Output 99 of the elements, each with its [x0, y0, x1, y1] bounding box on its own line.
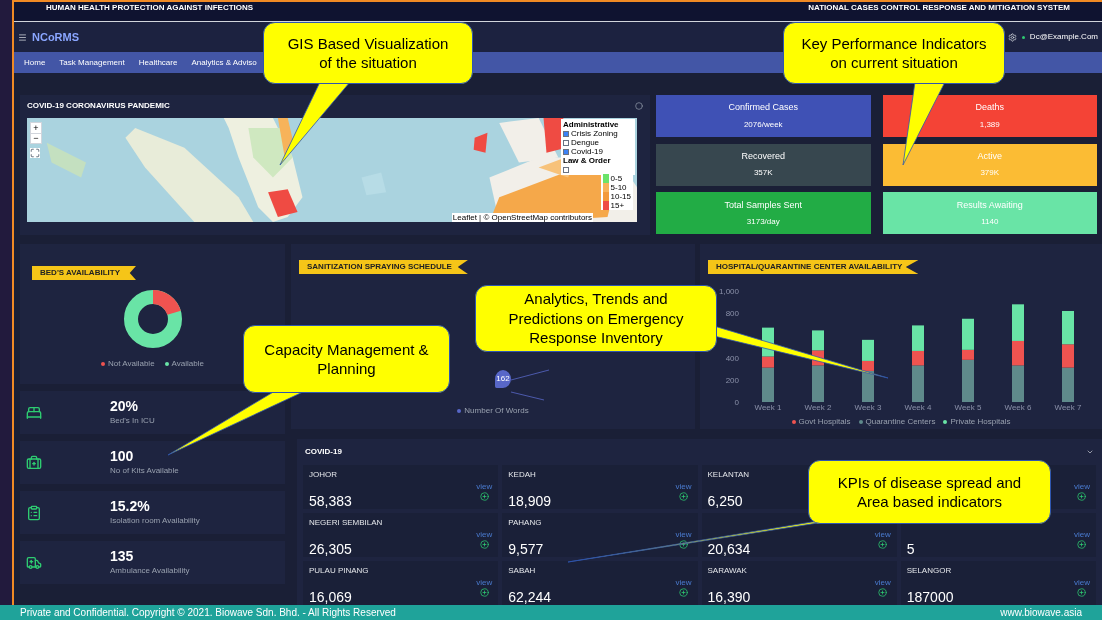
scale-label: 0-5: [610, 174, 623, 183]
menu-item[interactable]: Home: [24, 56, 46, 69]
kpi-value: 357K: [753, 167, 773, 180]
card-title: COVID-19 CORONAVIRUS PANDEMIC: [27, 100, 170, 112]
kpi-label: Confirmed Cases: [728, 101, 798, 115]
region-value: 5: [906, 542, 915, 556]
axis-tick-label: Week 7: [1054, 403, 1082, 412]
region-name: KEDAH: [508, 470, 537, 479]
map-pin: 162: [495, 370, 511, 388]
view-link[interactable]: view: [1074, 481, 1090, 491]
kpi-value: 1,389: [979, 118, 1000, 131]
stat-value: 135: [110, 548, 135, 563]
user-email: Dc@Example.Com: [1029, 31, 1098, 43]
region-name: JOHOR: [309, 470, 338, 479]
stat-value: 20%: [110, 398, 140, 413]
axis-tick-label: Week 6: [1004, 403, 1032, 412]
legend-label: Available: [171, 358, 204, 370]
view-link[interactable]: view: [675, 529, 692, 539]
kpi-label: Deaths: [975, 101, 1004, 115]
kpi-value: 2076/week: [743, 118, 783, 131]
callout-bubble: Analytics, Trends and Predictions on Emergency Response Inventory: [475, 285, 717, 352]
scale-label: 15+: [610, 201, 625, 210]
view-link[interactable]: view: [476, 529, 493, 539]
axis-tick-label: Week 3: [854, 403, 882, 412]
region-value: 58,383: [309, 494, 352, 508]
kpi-value: 3173/day: [746, 216, 780, 229]
region-value: 9,577: [508, 542, 544, 556]
layer-label: Crisis Zoning: [571, 129, 618, 138]
region-value: 187000: [906, 590, 954, 604]
section-ribbon: HOSPITAL/QUARANTINE CENTER AVAILABILITY: [708, 260, 919, 274]
menu-item[interactable]: Task Management: [59, 56, 125, 69]
axis-tick-label: 1,000: [718, 287, 739, 296]
stat-label: No of Kits Available: [110, 464, 179, 477]
menu-item[interactable]: Healthcare: [138, 56, 178, 69]
region-name: SARAWAK: [707, 566, 748, 575]
panel-title: COVID-19: [305, 446, 342, 458]
legend-label: Govt Hospitals: [798, 416, 851, 428]
banner-title: HUMAN HEALTH PROTECTION AGAINST INFECTIONS: [46, 2, 254, 14]
view-link[interactable]: view: [675, 577, 692, 587]
axis-tick-label: Week 4: [904, 403, 932, 412]
view-link[interactable]: view: [1074, 577, 1090, 587]
section-ribbon: SANITIZATION SPRAYING SCHEDULE: [299, 260, 468, 274]
region-name: PAHANG: [508, 518, 543, 527]
kpi-label: Results Awaiting: [956, 198, 1023, 212]
region-value: 6,250: [707, 494, 744, 508]
layer-label: Covid-19: [571, 147, 603, 156]
region-value: 18,909: [508, 494, 552, 508]
scale-label: 5-10: [610, 183, 627, 192]
axis-tick-label: 0: [734, 398, 739, 407]
region-value: 20,634: [707, 542, 751, 556]
region-name: NEGERI SEMBILAN: [309, 518, 383, 527]
menu-item[interactable]: Analytics & Adviso: [191, 56, 257, 69]
kpi-value: 1140: [981, 216, 999, 229]
scale-label: 10-15: [610, 192, 631, 201]
region-value: 16,390: [707, 590, 751, 604]
region-name: PULAU PINANG: [309, 566, 369, 575]
legend-label: Number Of Words: [464, 405, 529, 417]
logo: NCoRMS: [32, 29, 80, 45]
zoom-in-button[interactable]: +: [31, 123, 41, 133]
view-link[interactable]: view: [476, 481, 493, 491]
region-name: SELANGOR: [906, 566, 953, 575]
view-link[interactable]: view: [1074, 529, 1090, 539]
banner-subtitle: NATIONAL CASES CONTROL RESPONSE AND MITIGATION SYSTEM: [808, 2, 1070, 14]
region-name: KELANTAN: [707, 470, 750, 479]
view-link[interactable]: view: [476, 577, 493, 587]
region-value: 16,069: [309, 590, 353, 604]
callout-bubble: KPIs of disease spread and Area based indicators: [808, 460, 1051, 524]
legend-label: Private Hospitals: [950, 416, 1011, 428]
section-ribbon: BED'S AVAILABILITY: [32, 266, 136, 280]
kpi-label: Total Samples Sent: [724, 198, 802, 212]
axis-tick-label: Week 1: [754, 403, 782, 412]
axis-tick-label: 400: [725, 353, 739, 363]
view-link[interactable]: view: [874, 577, 891, 587]
axis-tick-label: Week 2: [804, 403, 832, 412]
layer-label: Dengue: [571, 138, 600, 147]
legend-label: Not Available: [108, 358, 155, 370]
region-name: SABAH: [508, 566, 537, 575]
axis-tick-label: 200: [725, 375, 739, 385]
footer-text: Private and Confidential. Copyright © 2021. Biowave Sdn. Bhd. - All Rights Reserved: [20, 606, 396, 620]
view-link[interactable]: view: [874, 529, 891, 539]
kpi-value: 379K: [980, 167, 1000, 180]
map-attribution: Leaflet | © OpenStreetMap contributors: [451, 213, 593, 222]
kpi-label: Recovered: [741, 149, 785, 163]
layer-heading: Administrative: [563, 120, 620, 129]
stat-label: Ambulance Availability: [110, 564, 190, 577]
region-value: 62,244: [508, 590, 552, 604]
stat-value: 15.2%: [110, 498, 151, 513]
layer-heading: Law & Order: [563, 156, 612, 165]
stat-label: Isolation room Availability: [110, 514, 200, 527]
stat-label: Bed's In ICU: [110, 414, 155, 427]
kpi-label: Active: [977, 149, 1002, 163]
axis-tick-label: Week 5: [954, 403, 982, 412]
legend-label: Quarantine Centers: [865, 416, 936, 428]
callout-bubble: Capacity Management & Planning: [243, 325, 450, 393]
view-link[interactable]: view: [675, 481, 692, 491]
region-value: 26,305: [309, 542, 353, 556]
zoom-out-button[interactable]: −: [31, 133, 41, 143]
axis-tick-label: 800: [725, 309, 739, 319]
stat-value: 100: [110, 448, 135, 463]
